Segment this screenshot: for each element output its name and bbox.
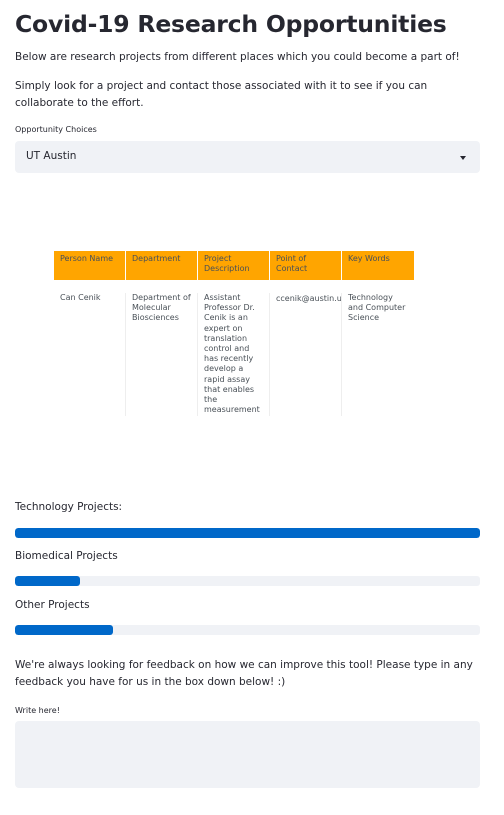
- instructions-text: Simply look for a project and contact th…: [15, 80, 428, 109]
- column-header[interactable]: Point of Contact: [270, 251, 342, 280]
- opportunities-table: Person Name Department Project Descripti…: [54, 251, 414, 416]
- selector-label: Opportunity Choices: [15, 125, 97, 134]
- technology-projects-bar: [15, 528, 480, 538]
- table-body[interactable]: Can Cenik Department of Molecular Biosci…: [54, 280, 414, 416]
- cell-department: Department of Molecular Biosciences: [126, 293, 198, 416]
- selected-value: UT Austin: [26, 150, 77, 162]
- technology-projects-label: Technology Projects:: [15, 501, 123, 513]
- table-row: Can Cenik Department of Molecular Biosci…: [54, 280, 414, 416]
- column-header[interactable]: Department: [126, 251, 198, 280]
- column-header[interactable]: Person Name: [54, 251, 126, 280]
- cell-person-name: Can Cenik: [54, 293, 126, 416]
- feedback-label: Write here!: [15, 706, 60, 715]
- page-title: Covid-19 Research Opportunities: [15, 10, 447, 38]
- column-header[interactable]: Project Description: [198, 251, 270, 280]
- feedback-textarea[interactable]: [15, 721, 480, 788]
- cell-point-of-contact: ccenik@austin.utexas.edu: [270, 293, 342, 416]
- biomedical-projects-fill: [15, 576, 81, 586]
- cell-project-description: Assistant Professor Dr. Cenik is an expe…: [198, 293, 270, 416]
- opportunity-select[interactable]: UT Austin: [15, 141, 480, 173]
- other-projects-bar: [15, 625, 480, 635]
- technology-projects-fill: [15, 528, 480, 538]
- biomedical-projects-label: Biomedical Projects: [15, 550, 118, 562]
- feedback-prompt: We're always looking for feedback on how…: [15, 659, 473, 688]
- cell-key-words: Technology and Computer Science: [348, 293, 406, 323]
- other-projects-fill: [15, 625, 113, 635]
- other-projects-label: Other Projects: [15, 599, 90, 611]
- column-header[interactable]: Key Words: [342, 251, 414, 280]
- chevron-down-icon: [460, 156, 466, 160]
- intro-text: Below are research projects from differe…: [15, 51, 460, 63]
- table-header: Person Name Department Project Descripti…: [54, 251, 414, 280]
- biomedical-projects-bar: [15, 576, 480, 586]
